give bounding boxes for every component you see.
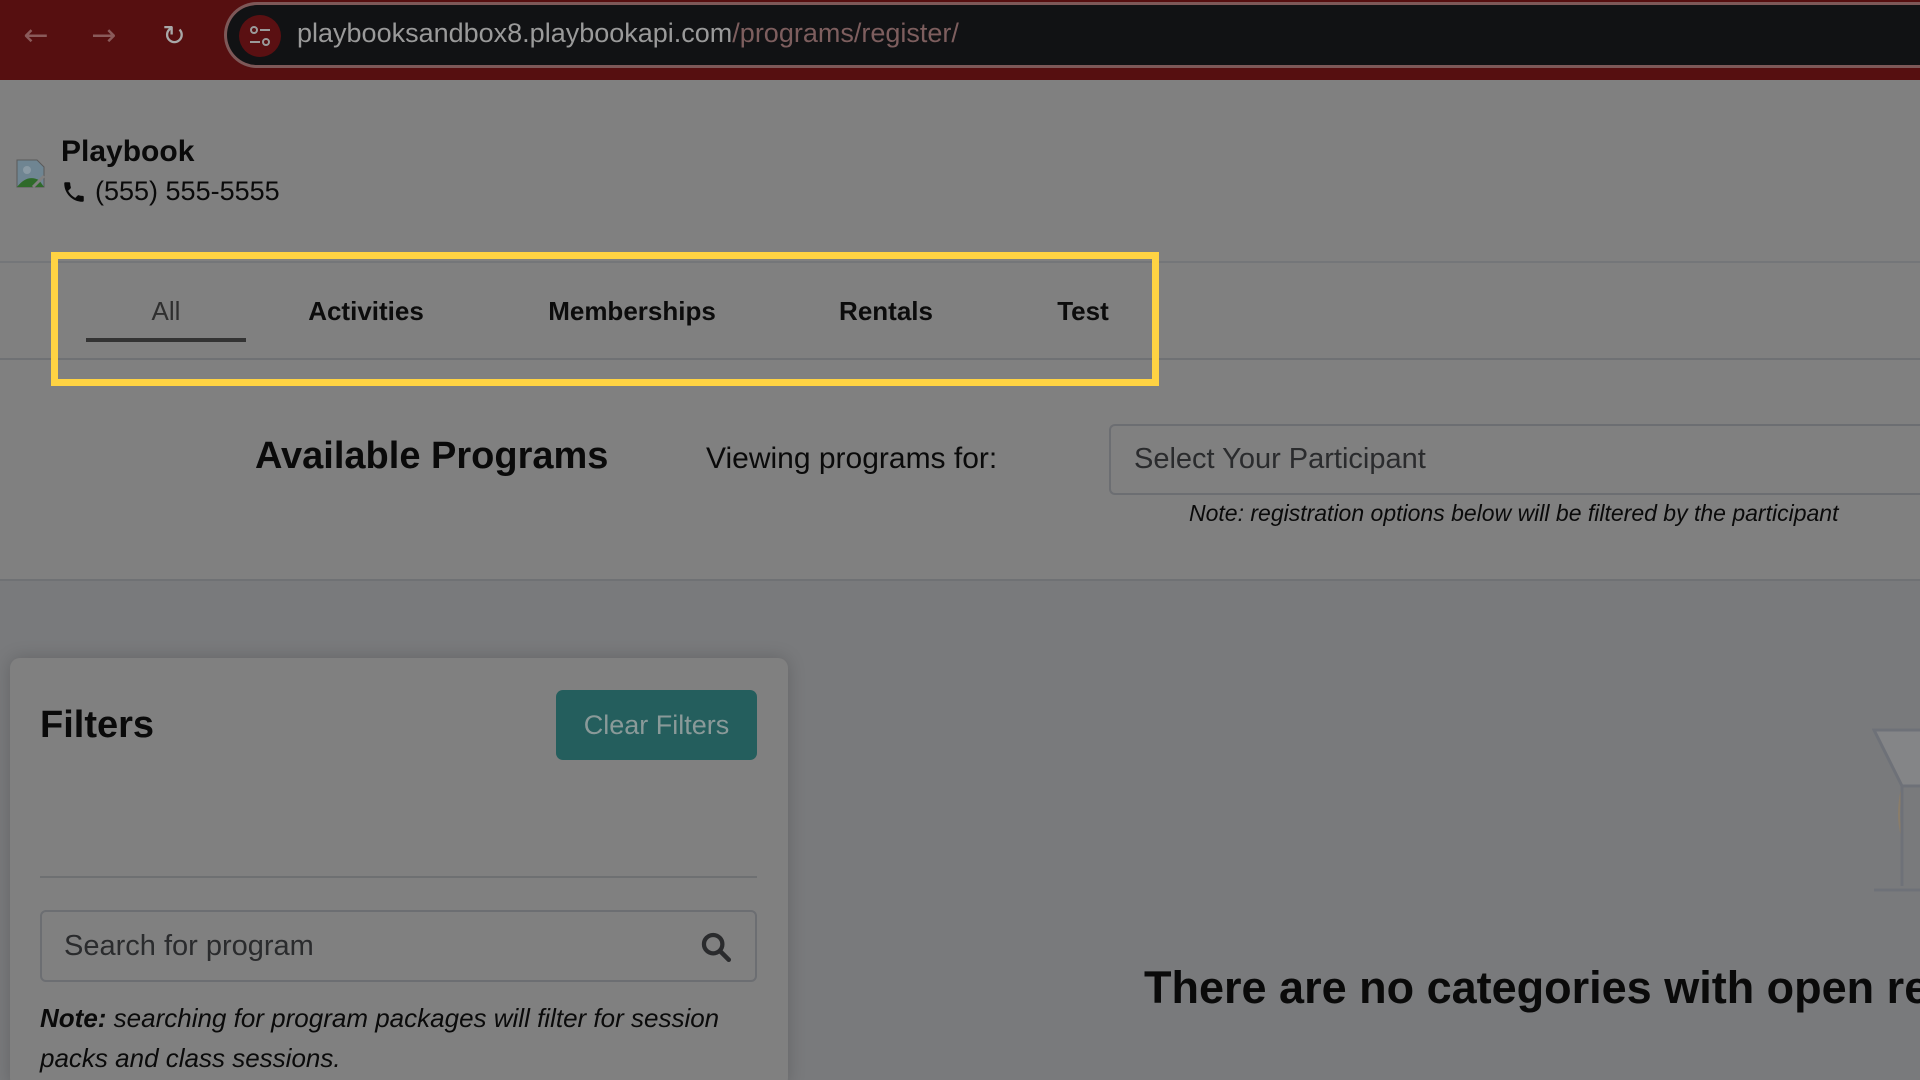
- clear-filters-button[interactable]: Clear Filters: [556, 690, 757, 760]
- tab-highlight-box: [51, 252, 1159, 386]
- arrow-right-icon[interactable]: →: [86, 18, 122, 54]
- broken-image-icon: [16, 159, 46, 189]
- participant-select-placeholder: Select Your Participant: [1134, 443, 1426, 475]
- phone-number: (555) 555-5555: [61, 176, 280, 207]
- search-note-label: Note:: [40, 1003, 107, 1033]
- brand-name: Playbook: [61, 135, 195, 168]
- url-host: playbooksandbox8.playbookapi.com: [297, 18, 733, 48]
- url-text[interactable]: playbooksandbox8.playbookapi.com/program…: [297, 18, 959, 49]
- viewing-label: Viewing programs for:: [706, 442, 998, 475]
- phone-icon: [64, 181, 84, 202]
- url-path: /programs/register/: [732, 18, 959, 48]
- filters-title: Filters: [40, 704, 155, 746]
- program-search: [40, 910, 757, 982]
- browser-toolbar: ← → ↻ playbooksandbox8.playbookapi.com/p…: [0, 0, 1920, 80]
- search-icon[interactable]: [699, 930, 733, 964]
- participant-note: Note: registration options below will be…: [1189, 500, 1839, 526]
- search-input[interactable]: [64, 926, 664, 966]
- reload-icon[interactable]: ↻: [156, 18, 192, 54]
- arrow-left-icon[interactable]: ←: [18, 18, 54, 54]
- empty-state-message: There are no categories with open re: [1144, 962, 1920, 1013]
- address-bar[interactable]: playbooksandbox8.playbookapi.com/program…: [224, 2, 1920, 68]
- filters-divider: [40, 876, 757, 878]
- phone-text: (555) 555-5555: [95, 176, 280, 206]
- page: Playbook (555) 555-5555 All Activities M…: [0, 80, 1920, 1080]
- cocktail-glass-icon: [1872, 728, 1920, 892]
- participant-select[interactable]: Select Your Participant: [1109, 424, 1920, 495]
- search-note: Note: searching for program packages wil…: [40, 998, 770, 1078]
- search-note-text: searching for program packages will filt…: [40, 1003, 720, 1073]
- filters-panel: Filters Clear Filters Note: searching fo…: [10, 658, 788, 1080]
- page-title: Available Programs: [255, 435, 609, 477]
- tune-icon[interactable]: [239, 15, 281, 57]
